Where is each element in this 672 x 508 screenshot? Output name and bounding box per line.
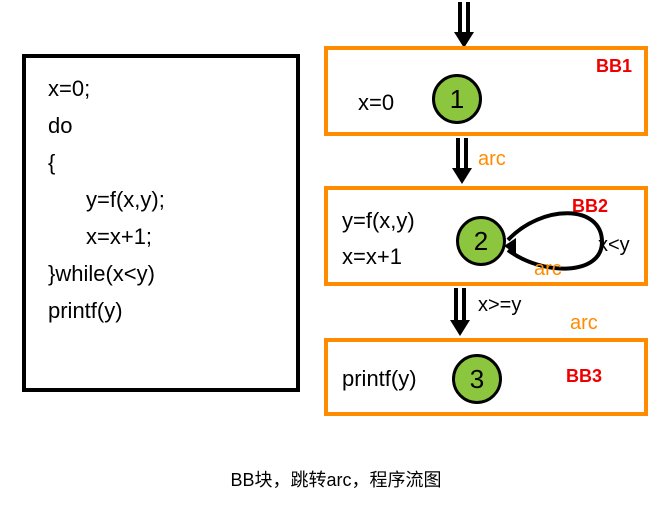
bb2-stmt1: y=f(x,y)	[342, 208, 415, 234]
figure-caption: BB块，跳转arc，程序流图	[0, 466, 672, 492]
bb3-node-number: 3	[470, 364, 484, 395]
code-line: printf(y)	[48, 298, 274, 324]
bb1-box: BB1 x=0 1	[324, 46, 648, 136]
bb1-stmt: x=0	[358, 90, 394, 116]
code-line: }while(x<y)	[48, 261, 274, 287]
arrow-entry-icon	[452, 2, 476, 50]
code-line: x=x+1;	[48, 224, 274, 250]
code-box-outer: x=0; do { y=f(x,y); x=x+1; }while(x<y) p…	[22, 54, 300, 392]
code-line: do	[48, 113, 274, 139]
bb1-label: BB1	[596, 56, 632, 77]
bb1-node-number: 1	[450, 84, 464, 115]
arc-label-1: arc	[478, 148, 506, 171]
code-line: y=f(x,y);	[48, 187, 274, 213]
code-line: {	[48, 150, 274, 176]
code-line: x=0;	[48, 76, 274, 102]
arc-label-3: arc	[570, 312, 598, 335]
bb3-stmt: printf(y)	[342, 366, 417, 392]
arrow-bb2-bb3-icon	[446, 288, 474, 338]
bb2-node-number: 2	[474, 226, 488, 257]
arrow-bb1-bb2-icon	[448, 138, 476, 186]
bb2-node: 2	[456, 216, 506, 266]
bb2-stmt2: x=x+1	[342, 244, 402, 270]
bb3-node: 3	[452, 354, 502, 404]
arc-label-2: arc	[534, 258, 562, 281]
bb3-box: BB3 printf(y) 3	[324, 338, 648, 416]
bb3-label: BB3	[566, 366, 602, 387]
bb1-node: 1	[432, 74, 482, 124]
bb2-self-cond: x<y	[598, 234, 630, 257]
exit-cond: x>=y	[478, 294, 521, 317]
